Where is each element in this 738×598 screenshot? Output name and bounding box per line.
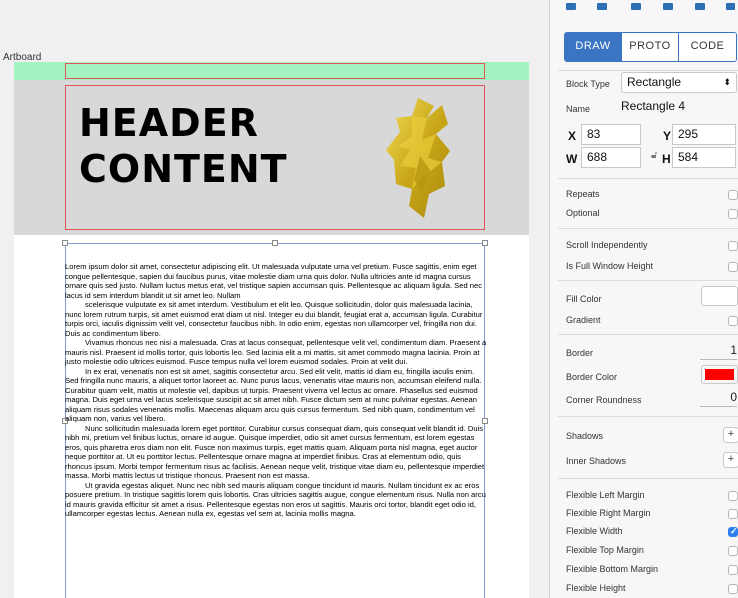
block-type-value: Rectangle (627, 75, 682, 89)
header-text[interactable]: HEADER CONTENT (79, 100, 288, 192)
fill-color-label: Fill Color (566, 294, 602, 304)
name-label: Name (566, 104, 591, 114)
flexible-bottom-margin-label: Flexible Bottom Margin (566, 564, 659, 574)
corner-roundness-field[interactable]: 0 (700, 390, 737, 407)
optional-label: Optional (566, 208, 600, 218)
resize-handle-top-left[interactable] (62, 240, 68, 246)
w-field[interactable]: 688 (581, 147, 641, 168)
repeats-label: Repeats (566, 189, 600, 199)
flexible-right-margin-label: Flexible Right Margin (566, 508, 651, 518)
w-label: W (566, 152, 578, 166)
header-line-2: CONTENT (79, 147, 288, 191)
divider (558, 280, 738, 281)
header-line-1: HEADER (79, 101, 259, 145)
artboard[interactable]: HEADER CONTENT Lorem ipsum dolor sit ame… (14, 62, 529, 598)
x-label: X (568, 129, 577, 143)
body-paragraph: scelerisque vulputate ex sit amet interd… (65, 300, 483, 338)
shadows-label: Shadows (566, 431, 604, 441)
scroll-independently-checkbox[interactable] (728, 241, 738, 251)
align-right-icon[interactable] (631, 3, 641, 10)
divider (558, 178, 738, 179)
resize-handle-top[interactable] (272, 240, 278, 246)
flexible-top-margin-checkbox[interactable] (728, 546, 738, 556)
align-center-icon[interactable] (597, 3, 607, 10)
full-window-height-label: Is Full Window Height (566, 261, 654, 271)
tab-proto[interactable]: PROTO (622, 33, 679, 61)
align-middle-icon[interactable] (695, 3, 705, 10)
h-field[interactable]: 584 (672, 147, 736, 168)
lock-icon[interactable]: 🔓︎ (651, 150, 657, 161)
mode-tabs: DRAW PROTO CODE (564, 32, 737, 62)
design-canvas[interactable]: Artboard HEADER CONTENT Lorem ipsum dolo… (0, 0, 549, 598)
divider (558, 416, 738, 417)
border-width-field[interactable]: 1 (700, 343, 737, 360)
body-text-block[interactable]: Lorem ipsum dolor sit amet, consectetur … (65, 262, 487, 519)
flexible-right-margin-checkbox[interactable] (728, 509, 738, 519)
name-field[interactable]: Rectangle 4 (616, 97, 737, 118)
add-inner-shadow-button[interactable]: + (723, 452, 738, 468)
border-color-swatch[interactable] (701, 365, 738, 384)
flexible-bottom-margin-checkbox[interactable] (728, 565, 738, 575)
align-top-icon[interactable] (663, 3, 673, 10)
full-window-height-checkbox[interactable] (728, 262, 738, 272)
add-shadow-button[interactable]: + (723, 427, 738, 443)
flexible-left-margin-checkbox[interactable] (728, 491, 738, 501)
logo-icon[interactable] (384, 96, 454, 221)
body-paragraph: Ut gravida egestas aliquet. Nunc nec nib… (65, 480, 486, 519)
optional-checkbox[interactable] (728, 209, 738, 219)
flexible-top-margin-label: Flexible Top Margin (566, 545, 644, 555)
border-color-fill (705, 369, 734, 380)
divider (558, 334, 738, 335)
panel-toolbar (550, 0, 738, 14)
divider (558, 70, 738, 71)
tab-code[interactable]: CODE (679, 33, 736, 61)
fill-color-swatch[interactable] (701, 286, 738, 306)
h-label: H (662, 152, 671, 166)
body-paragraph: Lorem ipsum dolor sit amet, consectetur … (65, 262, 483, 300)
scroll-independently-label: Scroll Independently (566, 240, 648, 250)
flexible-width-checkbox[interactable] (728, 526, 738, 537)
divider (558, 478, 738, 479)
tab-draw[interactable]: DRAW (565, 33, 622, 61)
align-left-icon[interactable] (566, 3, 576, 10)
select-arrows-icon: ⬍ (723, 77, 731, 87)
properties-panel: DRAW PROTO CODE Block Type Rectangle ⬍ N… (549, 0, 738, 598)
repeats-checkbox[interactable] (728, 190, 738, 200)
body-paragraph: Nunc sollicitudin malesuada lorem eget p… (65, 423, 485, 481)
gradient-label: Gradient (566, 315, 601, 325)
y-label: Y (663, 129, 672, 143)
gradient-checkbox[interactable] (728, 316, 738, 326)
y-field[interactable]: 295 (672, 124, 736, 145)
flexible-left-margin-label: Flexible Left Margin (566, 490, 645, 500)
corner-roundness-label: Corner Roundness (566, 395, 642, 405)
top-band-selection-outline (65, 63, 485, 79)
block-type-select[interactable]: Rectangle ⬍ (621, 72, 737, 93)
border-color-label: Border Color (566, 372, 618, 382)
block-type-label: Block Type (566, 79, 610, 89)
distribute-icon[interactable] (726, 3, 735, 10)
flexible-width-label: Flexible Width (566, 526, 623, 536)
x-field[interactable]: 83 (581, 124, 641, 145)
flexible-height-checkbox[interactable] (728, 584, 738, 594)
divider (558, 228, 738, 229)
resize-handle-top-right[interactable] (482, 240, 488, 246)
body-paragraph: In ex erat, venenatis non est sit amet, … (65, 366, 482, 424)
body-paragraph: Vivamus rhoncus nec nisi a malesuada. Cr… (65, 338, 487, 366)
flexible-height-label: Flexible Height (566, 583, 626, 593)
border-label: Border (566, 348, 594, 358)
inner-shadows-label: Inner Shadows (566, 456, 627, 466)
